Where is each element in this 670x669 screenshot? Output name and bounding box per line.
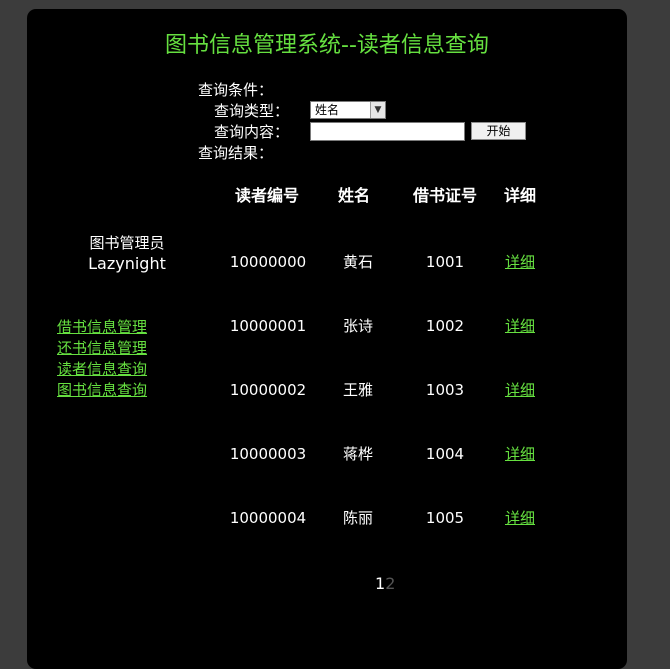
detail-link[interactable]: 详细 <box>505 317 535 335</box>
card-number-cell: 1001 <box>425 253 465 271</box>
reader-id-cell: 10000004 <box>229 509 307 527</box>
reader-id-cell: 10000003 <box>229 445 307 463</box>
start-button[interactable]: 开始 <box>471 122 526 140</box>
detail-link[interactable]: 详细 <box>505 445 535 463</box>
card-number-cell: 1004 <box>425 445 465 463</box>
page-current: 1 <box>375 574 386 593</box>
query-conditions-label: 查询条件： <box>198 81 274 99</box>
query-results-label: 查询结果： <box>198 144 274 162</box>
admin-role: 图书管理员 <box>89 234 165 252</box>
reader-name-cell: 蒋桦 <box>342 445 373 463</box>
query-type-selected-value: 姓名 <box>315 103 340 117</box>
reader-name-cell: 黄石 <box>342 253 373 271</box>
reader-id-cell: 10000001 <box>229 317 307 335</box>
query-type-label: 查询类型： <box>214 102 290 120</box>
admin-username: Lazynight <box>88 254 166 273</box>
card-number-cell: 1003 <box>425 381 465 399</box>
page-title: 图书信息管理系统--读者信息查询 <box>165 33 489 58</box>
reader-name-cell: 陈丽 <box>342 509 373 527</box>
nav-link-return-management[interactable]: 还书信息管理 <box>57 338 147 359</box>
nav-link-reader-query[interactable]: 读者信息查询 <box>57 359 147 380</box>
reader-id-cell: 10000000 <box>229 253 307 271</box>
reader-id-cell: 10000002 <box>229 381 307 399</box>
column-header-reader-id: 读者编号 <box>234 186 299 205</box>
reader-name-cell: 张诗 <box>342 317 373 335</box>
detail-link[interactable]: 详细 <box>505 253 535 271</box>
card-number-cell: 1005 <box>425 509 465 527</box>
nav-link-borrow-management[interactable]: 借书信息管理 <box>57 317 147 338</box>
card-number-cell: 1002 <box>425 317 465 335</box>
column-header-card-number: 借书证号 <box>412 186 477 205</box>
column-header-detail: 详细 <box>503 186 536 205</box>
reader-name-cell: 王雅 <box>342 381 373 399</box>
detail-link[interactable]: 详细 <box>505 381 535 399</box>
column-header-name: 姓名 <box>337 186 370 205</box>
chevron-down-icon[interactable]: ▼ <box>370 102 385 118</box>
detail-link[interactable]: 详细 <box>505 509 535 527</box>
query-content-label: 查询内容： <box>214 123 290 141</box>
nav-link-book-query[interactable]: 图书信息查询 <box>57 380 147 401</box>
query-type-select[interactable]: 姓名 ▼ <box>310 101 386 119</box>
main-panel: 图书信息管理系统--读者信息查询 查询条件： 查询类型： 姓名 ▼ 查询内容： … <box>27 9 627 669</box>
pagination: 12 <box>375 574 395 594</box>
page-next-link[interactable]: 2 <box>385 574 395 593</box>
query-content-input[interactable] <box>310 122 465 141</box>
